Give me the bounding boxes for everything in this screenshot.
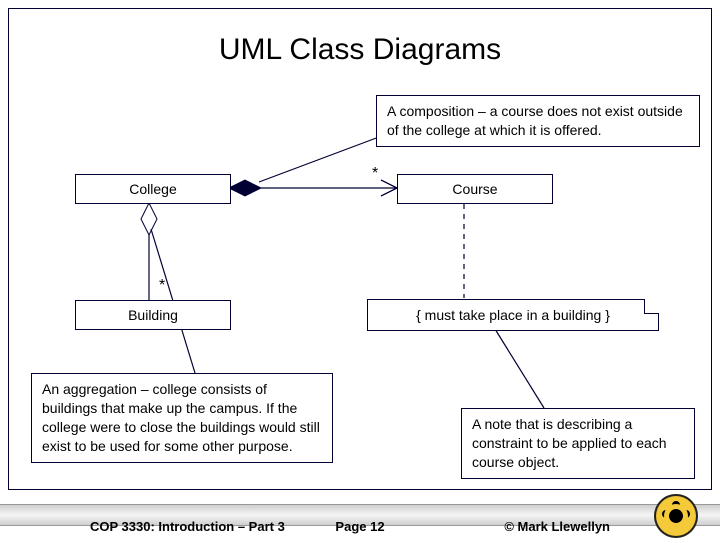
- footer: Page 12 COP 3330: Introduction – Part 3 …: [0, 490, 720, 540]
- class-building: Building: [75, 300, 231, 330]
- note-fold-icon: [644, 299, 659, 314]
- note-composition: A composition – a course does not exist …: [376, 95, 700, 147]
- footer-course: COP 3330: Introduction – Part 3: [90, 519, 285, 534]
- multiplicity-building: *: [159, 277, 165, 295]
- note-aggregation: An aggregation – college consists of bui…: [31, 373, 333, 463]
- class-course: Course: [397, 174, 553, 204]
- note-constraint-desc: A note that is describing a constraint t…: [461, 408, 695, 479]
- note-constraint: { must take place in a building }: [367, 299, 659, 331]
- note-constraint-text: { must take place in a building }: [416, 307, 610, 323]
- class-college: College: [75, 174, 231, 204]
- multiplicity-course: *: [372, 165, 378, 183]
- ucf-logo-icon: [654, 494, 698, 538]
- footer-author: © Mark Llewellyn: [504, 519, 610, 534]
